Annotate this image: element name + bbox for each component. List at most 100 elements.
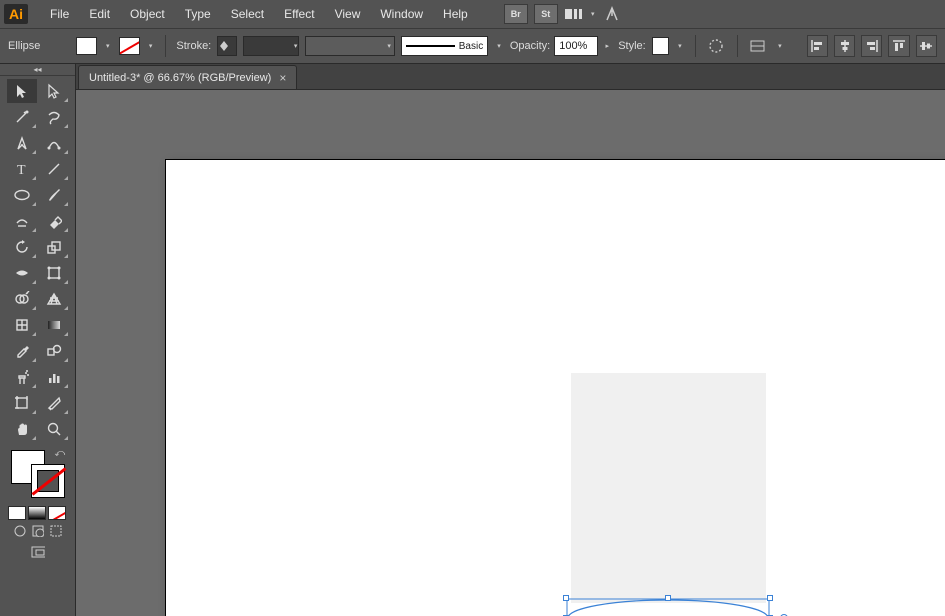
- fill-dropdown[interactable]: ▾: [103, 37, 113, 55]
- menu-view[interactable]: View: [325, 3, 371, 25]
- menu-window[interactable]: Window: [370, 3, 433, 25]
- column-graph-tool[interactable]: [39, 365, 69, 389]
- brush-definition[interactable]: Basic: [401, 36, 488, 56]
- menu-select[interactable]: Select: [221, 3, 274, 25]
- menu-items: FileEditObjectTypeSelectEffectViewWindow…: [40, 3, 478, 25]
- lasso-tool[interactable]: [39, 105, 69, 129]
- align-vcenter-button[interactable]: [916, 35, 937, 57]
- menu-help[interactable]: Help: [433, 3, 478, 25]
- brush-dropdown[interactable]: ▾: [494, 37, 504, 55]
- arrange-documents-dropdown[interactable]: ▾: [588, 5, 598, 23]
- stroke-label: Stroke:: [176, 40, 211, 52]
- graphic-style-dropdown[interactable]: ▾: [675, 37, 685, 55]
- tools-collapse-handle[interactable]: ◂◂: [0, 64, 75, 76]
- menu-type[interactable]: Type: [175, 3, 221, 25]
- zoom-tool[interactable]: [39, 417, 69, 441]
- eraser-tool[interactable]: [39, 209, 69, 233]
- blend-tool[interactable]: [39, 339, 69, 363]
- selection-tool[interactable]: [7, 79, 37, 103]
- brush-preview-line: [406, 45, 455, 47]
- bbox-handle-nw[interactable]: [563, 595, 569, 601]
- ellipse-tool[interactable]: [7, 183, 37, 207]
- stroke-weight-input-field[interactable]: [244, 40, 294, 52]
- perspective-grid-tool[interactable]: [39, 287, 69, 311]
- opacity-dropdown[interactable]: ▸: [602, 37, 612, 55]
- recolor-artwork-icon[interactable]: [706, 35, 727, 57]
- canvas[interactable]: [76, 90, 945, 616]
- hand-tool[interactable]: [7, 417, 37, 441]
- align-panel-icon[interactable]: [748, 35, 769, 57]
- document-tab[interactable]: Untitled-3* @ 66.67% (RGB/Preview) ×: [78, 65, 297, 89]
- menu-object[interactable]: Object: [120, 3, 175, 25]
- scale-tool[interactable]: [39, 235, 69, 259]
- draw-behind-icon[interactable]: [31, 524, 45, 538]
- bridge-button[interactable]: Br: [504, 4, 528, 24]
- menu-effect[interactable]: Effect: [274, 3, 324, 25]
- slice-tool[interactable]: [39, 391, 69, 415]
- gradient-tool[interactable]: [39, 313, 69, 337]
- stock-button[interactable]: St: [534, 4, 558, 24]
- direct-selection-tool[interactable]: [39, 79, 69, 103]
- color-mode-solid[interactable]: [8, 506, 26, 520]
- color-mode-gradient[interactable]: [28, 506, 46, 520]
- app-logo: Ai: [4, 4, 28, 24]
- width-tool[interactable]: [7, 261, 37, 285]
- align-panel-dropdown[interactable]: ▾: [775, 37, 785, 55]
- pen-tool[interactable]: [7, 131, 37, 155]
- width-profile-dropdown[interactable]: ▾: [384, 37, 394, 55]
- close-tab-icon[interactable]: ×: [279, 71, 286, 85]
- rotate-tool[interactable]: [7, 235, 37, 259]
- toolbox: T: [6, 78, 70, 442]
- shape-builder-tool[interactable]: [7, 287, 37, 311]
- swap-fill-stroke-icon[interactable]: ⤺: [55, 448, 67, 460]
- mesh-tool[interactable]: [7, 313, 37, 337]
- align-left-button[interactable]: [807, 35, 828, 57]
- stroke-weight-input[interactable]: ▾: [243, 36, 299, 56]
- stroke-color-swatch[interactable]: [31, 464, 65, 498]
- magic-wand-tool[interactable]: [7, 105, 37, 129]
- draw-inside-icon[interactable]: [49, 524, 63, 538]
- fill-stroke-control[interactable]: ⤺: [9, 448, 67, 500]
- control-bar: Ellipse ▾ ▾ Stroke: ▾ ▾ Basic ▾ Opacity:…: [0, 28, 945, 64]
- bbox-handle-n[interactable]: [665, 595, 671, 601]
- align-right-button[interactable]: [861, 35, 882, 57]
- color-mode-row: [8, 506, 68, 520]
- brush-label: Basic: [459, 41, 483, 52]
- symbol-sprayer-tool[interactable]: [7, 365, 37, 389]
- shaper-tool[interactable]: [7, 209, 37, 233]
- menu-file[interactable]: File: [40, 3, 79, 25]
- fill-swatch[interactable]: [76, 37, 97, 55]
- eyedropper-tool[interactable]: [7, 339, 37, 363]
- line-segment-tool[interactable]: [39, 157, 69, 181]
- align-hcenter-button[interactable]: [834, 35, 855, 57]
- opacity-label: Opacity:: [510, 40, 550, 52]
- drawing-mode-row: [8, 524, 68, 538]
- artboard-tool[interactable]: [7, 391, 37, 415]
- align-top-button[interactable]: [888, 35, 909, 57]
- chevron-down-icon[interactable]: [220, 46, 228, 51]
- type-tool[interactable]: T: [7, 157, 37, 181]
- stroke-swatch[interactable]: [119, 37, 140, 55]
- document-tabbar: Untitled-3* @ 66.67% (RGB/Preview) ×: [76, 64, 945, 90]
- gpu-preview-icon[interactable]: [600, 4, 624, 24]
- graphic-style-swatch[interactable]: [652, 37, 669, 55]
- style-label: Style:: [618, 40, 646, 52]
- paintbrush-tool[interactable]: [39, 183, 69, 207]
- bbox-handle-ne[interactable]: [767, 595, 773, 601]
- arrange-documents-icon[interactable]: [562, 4, 586, 24]
- free-transform-tool[interactable]: [39, 261, 69, 285]
- artboard[interactable]: [166, 160, 945, 616]
- svg-text:T: T: [17, 163, 26, 177]
- menu-edit[interactable]: Edit: [79, 3, 120, 25]
- curvature-tool[interactable]: [39, 131, 69, 155]
- screen-mode-icon[interactable]: [31, 546, 45, 560]
- draw-normal-icon[interactable]: [13, 524, 27, 538]
- variable-width-profile[interactable]: ▾: [305, 36, 396, 56]
- stroke-weight-dropdown[interactable]: ▾: [294, 37, 298, 55]
- selected-ellipse-object[interactable]: [566, 598, 770, 616]
- opacity-value[interactable]: 100%: [554, 36, 598, 56]
- stroke-dropdown[interactable]: ▾: [146, 37, 156, 55]
- gray-rectangle-object[interactable]: [571, 373, 766, 603]
- stroke-weight-field[interactable]: [217, 36, 236, 56]
- color-mode-none[interactable]: [48, 506, 66, 520]
